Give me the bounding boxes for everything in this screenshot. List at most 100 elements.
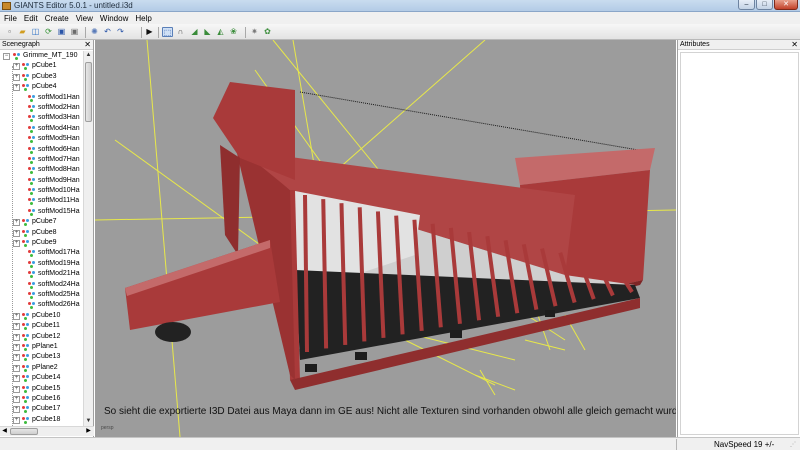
- expand-icon[interactable]: +: [13, 395, 20, 403]
- tree-item[interactable]: + pCube8: [0, 228, 83, 238]
- tree-item[interactable]: + pCube17: [0, 404, 83, 414]
- attributes-close-button[interactable]: ✕: [791, 40, 798, 50]
- tree-item[interactable]: softMod8Han: [0, 165, 83, 175]
- tree-item[interactable]: softMod10Ha: [0, 186, 83, 196]
- tree-item[interactable]: + pCube18: [0, 415, 83, 425]
- reload-icon[interactable]: ⟳: [43, 27, 54, 37]
- menu-file[interactable]: File: [4, 14, 17, 23]
- tree-item[interactable]: softMod21Ha: [0, 269, 83, 279]
- expand-icon[interactable]: +: [13, 229, 20, 237]
- mesh-node-icon: [22, 323, 30, 331]
- collapse-icon[interactable]: −: [3, 53, 10, 60]
- tree-item[interactable]: + pCube9: [0, 238, 83, 248]
- new-file-icon[interactable]: ▫: [4, 27, 15, 37]
- camera-label: persp: [101, 425, 114, 431]
- scenegraph-vertical-scrollbar[interactable]: ▲ ▼: [83, 51, 93, 426]
- save-icon[interactable]: ▣: [56, 27, 67, 37]
- tree-item[interactable]: softMod1Han: [0, 93, 83, 103]
- tree-item[interactable]: softMod24Ha: [0, 280, 83, 290]
- select-tool-icon[interactable]: ⬚: [162, 27, 173, 37]
- expand-icon[interactable]: +: [13, 84, 20, 92]
- terrain-raise-icon[interactable]: ◢: [189, 27, 200, 37]
- expand-icon[interactable]: +: [13, 240, 20, 248]
- scenegraph-horizontal-scrollbar[interactable]: ◀ ▶: [0, 426, 94, 436]
- import-icon[interactable]: ◫: [30, 27, 41, 37]
- scroll-thumb[interactable]: [85, 62, 92, 122]
- expand-icon[interactable]: +: [13, 63, 20, 71]
- tree-item[interactable]: softMod9Han: [0, 176, 83, 186]
- tree-item[interactable]: + pCube15: [0, 384, 83, 394]
- play-icon[interactable]: ▶: [144, 27, 155, 37]
- scene-render[interactable]: [95, 40, 676, 437]
- redo-icon[interactable]: ↷: [115, 27, 126, 37]
- tree-item[interactable]: + pCube12: [0, 332, 83, 342]
- terrain-smooth-icon[interactable]: ◭: [215, 27, 226, 37]
- magnet-icon[interactable]: ∩: [175, 27, 186, 37]
- menu-help[interactable]: Help: [135, 14, 151, 23]
- menu-create[interactable]: Create: [45, 14, 69, 23]
- tree-root[interactable]: − Grimme_MT_190: [0, 51, 83, 61]
- tree-item[interactable]: softMod17Ha: [0, 248, 83, 258]
- tree-item-label: softMod5Han: [38, 135, 80, 143]
- 3d-viewport[interactable]: So sieht die exportierte I3D Datei aus M…: [95, 40, 676, 437]
- tree-item[interactable]: softMod15Ha: [0, 207, 83, 217]
- expand-icon[interactable]: +: [13, 312, 20, 320]
- expand-icon[interactable]: +: [13, 364, 20, 372]
- tree-item[interactable]: softMod19Ha: [0, 259, 83, 269]
- expand-icon[interactable]: +: [13, 343, 20, 351]
- mesh-node-icon: [22, 312, 30, 320]
- tree-item[interactable]: + pCube1: [0, 61, 83, 71]
- scroll-up-icon[interactable]: ▲: [84, 51, 93, 60]
- vertex-paint-icon[interactable]: ✿: [262, 27, 273, 37]
- tree-item[interactable]: + pCube11: [0, 321, 83, 331]
- menu-window[interactable]: Window: [100, 14, 128, 23]
- expand-icon[interactable]: +: [13, 354, 20, 362]
- terrain-lower-icon[interactable]: ◣: [202, 27, 213, 37]
- menu-edit[interactable]: Edit: [24, 14, 38, 23]
- expand-icon[interactable]: +: [13, 73, 20, 81]
- scenegraph-close-button[interactable]: ✕: [84, 40, 91, 50]
- tree-item[interactable]: softMod3Han: [0, 113, 83, 123]
- tree-item[interactable]: + pCube3: [0, 72, 83, 82]
- tree-item[interactable]: softMod7Han: [0, 155, 83, 165]
- tree-item[interactable]: + pCube16: [0, 394, 83, 404]
- tree-item[interactable]: + pCube7: [0, 217, 83, 227]
- scroll-right-icon[interactable]: ▶: [84, 427, 93, 436]
- menu-view[interactable]: View: [76, 14, 93, 23]
- close-window-button[interactable]: ✕: [774, 0, 798, 10]
- tree-item[interactable]: + pCube10: [0, 311, 83, 321]
- expand-icon[interactable]: +: [13, 333, 20, 341]
- tree-item[interactable]: softMod2Han: [0, 103, 83, 113]
- tree-item[interactable]: softMod26Ha: [0, 300, 83, 310]
- tree-item[interactable]: softMod25Ha: [0, 290, 83, 300]
- expand-icon[interactable]: +: [13, 406, 20, 414]
- open-folder-icon[interactable]: ▰: [17, 27, 28, 37]
- tree-item[interactable]: + pPlane1: [0, 342, 83, 352]
- foliage-paint-icon[interactable]: ❀: [228, 27, 239, 37]
- expand-icon[interactable]: +: [13, 416, 20, 424]
- scroll-down-icon[interactable]: ▼: [84, 417, 93, 426]
- maximize-button[interactable]: □: [756, 0, 773, 10]
- scroll-left-icon[interactable]: ◀: [0, 427, 9, 436]
- transform-node-icon: [28, 167, 36, 175]
- expand-icon[interactable]: +: [13, 323, 20, 331]
- resize-grip-icon[interactable]: ⋰: [790, 441, 798, 449]
- save-as-icon[interactable]: ▣: [69, 27, 80, 37]
- undo-icon[interactable]: ↶: [102, 27, 113, 37]
- expand-icon[interactable]: +: [13, 385, 20, 393]
- tree-item[interactable]: softMod5Han: [0, 134, 83, 144]
- tree-item[interactable]: + pCube14: [0, 373, 83, 383]
- minimize-button[interactable]: –: [738, 0, 755, 10]
- particle-icon[interactable]: ✷: [249, 27, 260, 37]
- tree-item[interactable]: softMod6Han: [0, 145, 83, 155]
- tree-item[interactable]: softMod4Han: [0, 124, 83, 134]
- tree-item[interactable]: + pCube13: [0, 352, 83, 362]
- expand-icon[interactable]: +: [13, 219, 20, 227]
- settings-icon[interactable]: ✺: [89, 27, 100, 37]
- tree-item[interactable]: + pCube4: [0, 82, 83, 92]
- scroll-thumb-horizontal[interactable]: [10, 428, 38, 435]
- expand-icon[interactable]: +: [13, 375, 20, 383]
- tree-item[interactable]: softMod11Ha: [0, 196, 83, 206]
- tree-item[interactable]: + pPlane2: [0, 363, 83, 373]
- mesh-node-icon: [22, 63, 30, 71]
